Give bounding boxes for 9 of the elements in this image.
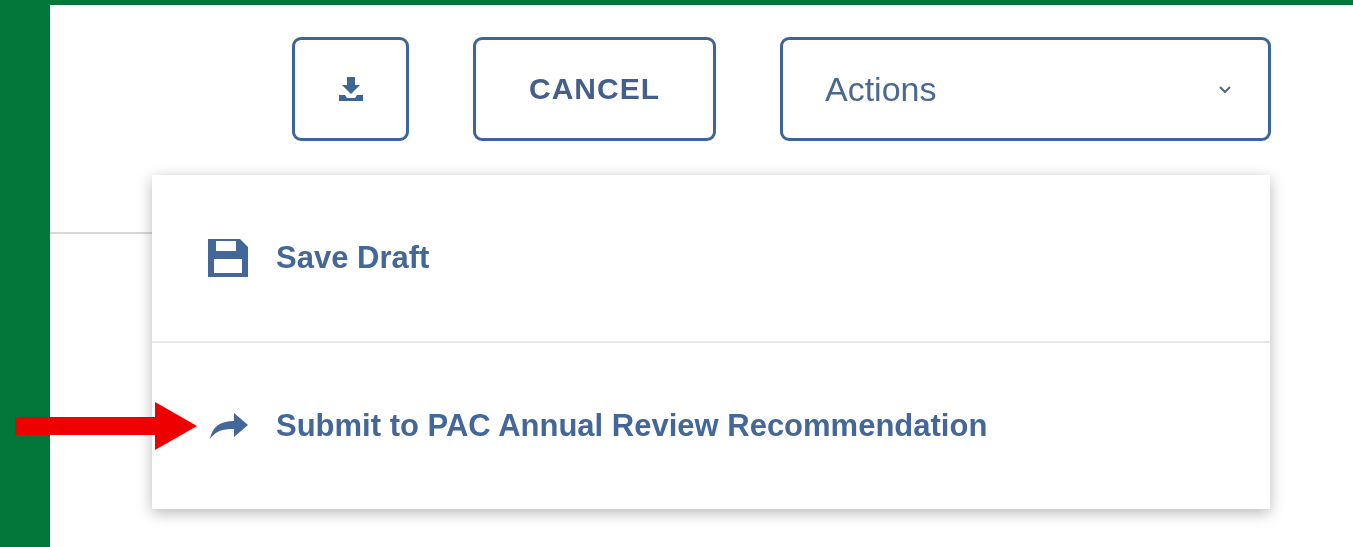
menu-item[interactable]: Save Draft <box>152 175 1270 341</box>
menu-item-label: Submit to PAC Annual Review Recommendation <box>276 408 988 444</box>
download-button[interactable] <box>292 37 409 141</box>
menu-item-label: Save Draft <box>276 240 430 276</box>
chevron-down-icon <box>1218 84 1232 94</box>
save-icon <box>206 237 250 279</box>
actions-dropdown[interactable]: Actions <box>780 37 1271 141</box>
download-icon <box>338 77 363 101</box>
cancel-button[interactable]: CANCEL <box>473 37 716 141</box>
